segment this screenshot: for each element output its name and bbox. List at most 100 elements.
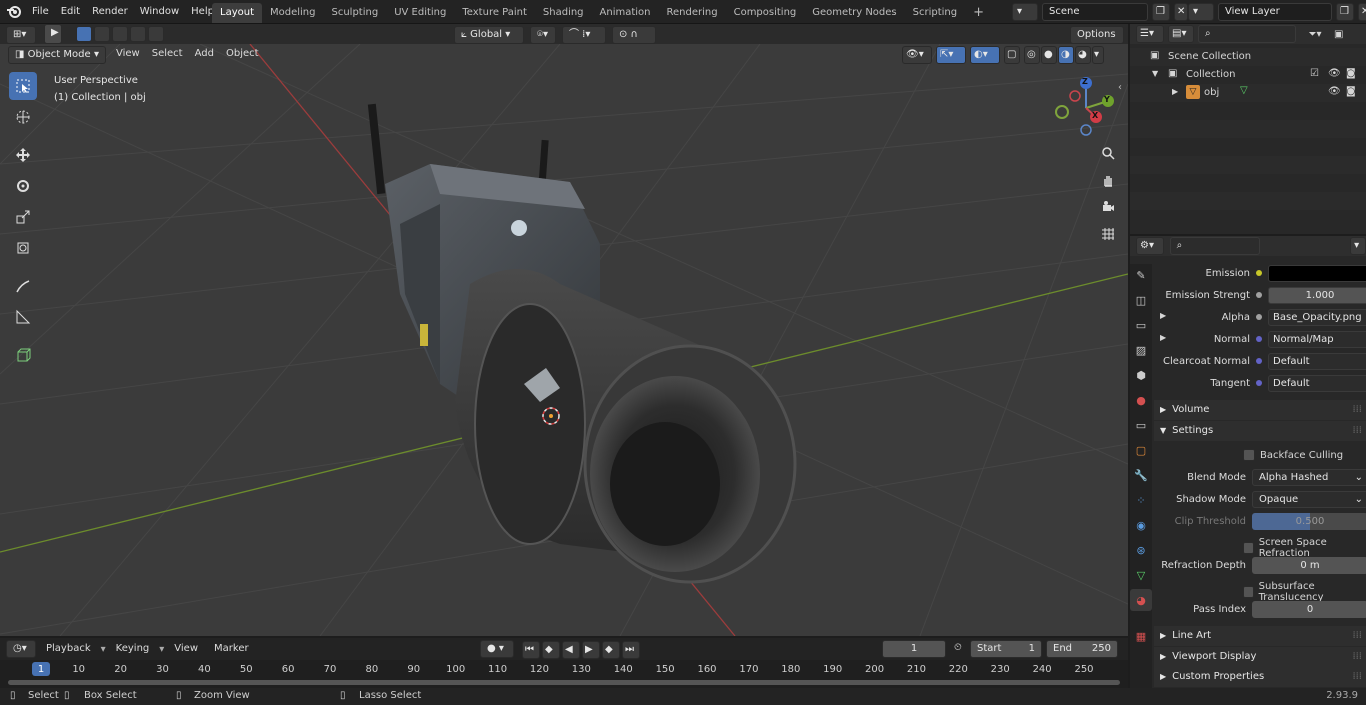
snap-icon[interactable]: ⌒ ⁞▾ [562, 26, 606, 44]
transform-tool-icon[interactable] [9, 234, 37, 262]
view-layer-browse-icon[interactable]: ▾ [1188, 3, 1214, 21]
select-mode-intersect-icon[interactable] [148, 26, 164, 42]
data-tab-icon[interactable]: ▽ [1130, 564, 1152, 586]
select-tool-icon[interactable]: ▶ [44, 24, 62, 44]
object-tab-icon[interactable]: ▢ [1130, 439, 1152, 461]
eye-icon[interactable]: 👁 [1328, 86, 1341, 97]
eye-icon[interactable]: 👁 [1328, 68, 1341, 79]
menu-timeline-view[interactable]: View [168, 640, 204, 658]
tab-sculpting[interactable]: Sculpting [324, 3, 387, 23]
outliner-search-input[interactable]: ⌕ [1198, 25, 1296, 43]
3d-viewport[interactable]: User Perspective (1) Collection | obj Z [0, 44, 1128, 636]
menu-window[interactable]: Window [134, 0, 185, 24]
checkbox-icon[interactable]: ☑ [1310, 68, 1319, 79]
display-mode-icon[interactable]: ▤▾ [1168, 25, 1194, 43]
shading-rendered-icon[interactable]: ◕ [1075, 46, 1091, 64]
tab-geometry-nodes[interactable]: Geometry Nodes [804, 3, 904, 23]
start-frame-field[interactable]: Start 1 [970, 640, 1042, 658]
sidebar-toggle-icon[interactable]: ‹ [1118, 82, 1122, 93]
clearcoat-normal-field[interactable]: Default [1268, 352, 1366, 370]
tangent-field[interactable]: Default [1268, 374, 1366, 392]
sss-checkbox[interactable]: Subsurface Translucency [1243, 581, 1366, 603]
properties-options-icon[interactable]: ▾ [1350, 237, 1366, 255]
blend-mode-dropdown[interactable]: Alpha Hashed ⌄ [1252, 469, 1366, 486]
move-tool-icon[interactable] [9, 141, 37, 169]
select-mode-new-icon[interactable] [76, 26, 92, 42]
collapse-chevron-icon[interactable]: ▼ [1152, 69, 1158, 78]
outliner-row-scene-collection[interactable]: ▣ Scene Collection [1130, 48, 1366, 66]
view-layer-field[interactable]: View Layer [1218, 3, 1332, 21]
tab-scripting[interactable]: Scripting [905, 3, 965, 23]
auto-keying-icon[interactable]: ● ▾ [480, 640, 514, 658]
rotate-tool-icon[interactable] [9, 172, 37, 200]
scale-tool-icon[interactable] [9, 203, 37, 231]
new-collection-icon[interactable]: ▣ [1334, 29, 1350, 40]
add-workspace-button[interactable]: + [965, 3, 992, 23]
clip-threshold-slider[interactable]: 0.500 [1252, 513, 1366, 530]
expand-chevron-icon[interactable]: ▶ [1160, 311, 1166, 320]
panel-custom-properties[interactable]: ▶ Custom Properties ⁞⁞⁞ [1154, 667, 1366, 687]
tool-tab-icon[interactable]: ✎ [1130, 264, 1152, 286]
measure-tool-icon[interactable] [9, 303, 37, 331]
emission-strength-field[interactable]: 1.000 [1268, 286, 1366, 304]
alpha-input-field[interactable]: Base_Opacity.png [1268, 308, 1366, 326]
pan-hand-icon[interactable] [1097, 169, 1119, 191]
visibility-icon[interactable]: 👁▾ [902, 46, 932, 64]
play-icon[interactable]: ▶ [582, 641, 600, 659]
world-tab-icon[interactable]: ● [1130, 389, 1152, 411]
menu-add[interactable]: Add [189, 44, 220, 64]
menu-select[interactable]: Select [146, 44, 189, 64]
select-mode-subtract-icon[interactable] [112, 26, 128, 42]
emission-color-field[interactable] [1268, 264, 1366, 282]
menu-marker[interactable]: Marker [208, 640, 255, 658]
mesh-data-icon[interactable]: ▽ [1240, 85, 1248, 96]
select-mode-extend-icon[interactable] [94, 26, 110, 42]
tab-layout[interactable]: Layout [212, 3, 262, 23]
tab-modeling[interactable]: Modeling [262, 3, 324, 23]
constraints-tab-icon[interactable]: ⊛ [1130, 539, 1152, 561]
navigation-gizmo[interactable]: Z Y X [1052, 74, 1122, 144]
preview-range-icon[interactable]: ⏲ [954, 642, 962, 653]
scene-browse-icon[interactable]: ▾ [1012, 3, 1038, 21]
collection-tab-icon[interactable]: ▭ [1130, 414, 1152, 436]
pass-index-field[interactable]: 0 [1252, 601, 1366, 618]
drag-handle-icon[interactable]: ⁞⁞⁞ [1352, 647, 1362, 667]
end-frame-field[interactable]: End 250 [1046, 640, 1118, 658]
camera-view-icon[interactable] [1097, 196, 1119, 218]
scene-name-field[interactable]: Scene [1042, 3, 1148, 21]
view-layer-tab-icon[interactable]: ▨ [1130, 339, 1152, 361]
properties-editor-type-icon[interactable]: ⚙▾ [1136, 237, 1164, 255]
current-frame-field[interactable]: 1 [882, 640, 946, 658]
scene-tab-icon[interactable]: ⬢ [1130, 364, 1152, 386]
transform-orientation-dropdown[interactable]: ⟀ Global ▾ [454, 26, 524, 44]
particles-tab-icon[interactable]: ⁘ [1130, 489, 1152, 511]
menu-playback[interactable]: Playback [40, 640, 97, 658]
texture-tab-icon[interactable]: ▦ [1130, 625, 1152, 647]
panel-volume[interactable]: ▶ Volume ⁞⁞⁞ [1154, 400, 1366, 420]
shading-wireframe-icon[interactable]: ◎ [1024, 46, 1040, 64]
render-tab-icon[interactable]: ◫ [1130, 289, 1152, 311]
pivot-point-icon[interactable]: ⌾▾ [530, 26, 556, 44]
cursor-tool-icon[interactable] [9, 103, 37, 131]
menu-keying[interactable]: Keying [110, 640, 156, 658]
normal-input-field[interactable]: Normal/Map [1268, 330, 1366, 348]
tab-uv-editing[interactable]: UV Editing [386, 3, 454, 23]
tab-animation[interactable]: Animation [592, 3, 659, 23]
drag-handle-icon[interactable]: ⁞⁞⁞ [1352, 667, 1362, 687]
annotate-tool-icon[interactable] [9, 272, 37, 300]
shading-solid-icon[interactable]: ● [1041, 46, 1057, 64]
jump-end-icon[interactable]: ⏭ [622, 641, 640, 659]
tab-texture-paint[interactable]: Texture Paint [454, 3, 535, 23]
blender-logo-icon[interactable] [6, 4, 22, 20]
menu-edit[interactable]: Edit [55, 0, 86, 24]
menu-view[interactable]: View [110, 44, 146, 64]
panel-line-art[interactable]: ▶ Line Art ⁞⁞⁞ [1154, 626, 1366, 646]
timeline-area[interactable]: 1 10 20 30 40 50 60 70 80 90 100 110 120 130 140 150 160… [0, 660, 1128, 688]
prev-keyframe-icon[interactable]: ◆ [542, 641, 560, 659]
ortho-grid-icon[interactable] [1097, 223, 1119, 245]
select-mode-invert-icon[interactable] [130, 26, 146, 42]
object-mode-dropdown[interactable]: ◨ Object Mode ▾ [8, 46, 106, 64]
options-dropdown[interactable]: Options ▾ [1070, 26, 1124, 56]
gizmo-toggle-icon[interactable]: ⇱▾ [936, 46, 966, 64]
timeline-scrollbar[interactable] [8, 680, 1120, 685]
